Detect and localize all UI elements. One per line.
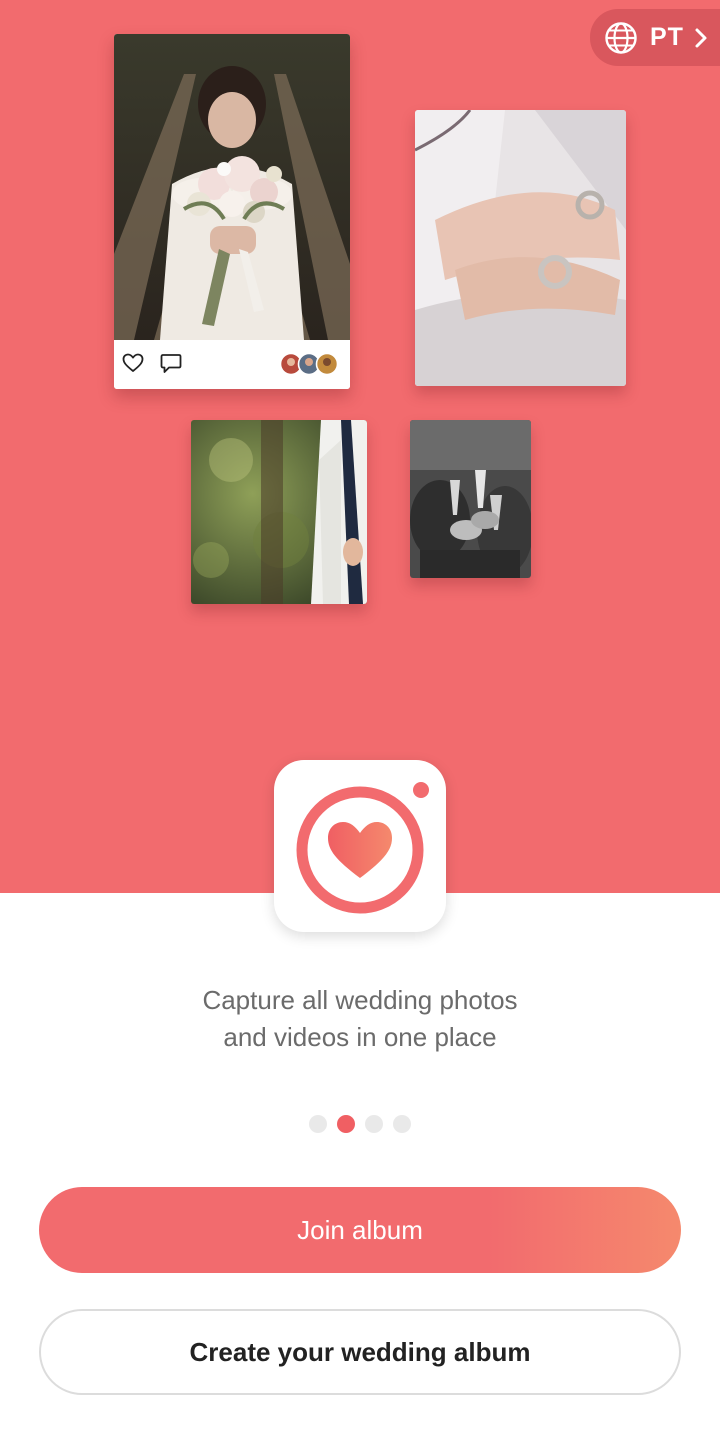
chevron-right-icon [695,28,707,47]
page-dot-4[interactable] [393,1115,411,1133]
language-selector[interactable]: PT [590,9,720,66]
page-dot-1[interactable] [309,1115,327,1133]
join-album-label: Join album [297,1214,423,1245]
featured-photo-card [114,34,350,389]
post-action-bar [114,340,350,389]
tagline-line-2: and videos in one place [223,1022,497,1052]
toast-photo [410,420,531,578]
camera-heart-logo [296,782,429,914]
join-album-button[interactable]: Join album [39,1187,681,1273]
groom-photo [191,420,367,604]
heart-outline-icon[interactable] [122,353,144,373]
create-album-button[interactable]: Create your wedding album [39,1309,681,1395]
page-indicator [0,1115,720,1133]
onboarding-screen: PT Capture all wedding photos and videos… [0,0,720,1447]
language-code: PT [650,23,684,51]
globe-icon [605,21,637,54]
comment-icon[interactable] [160,352,182,374]
onboarding-tagline: Capture all wedding photos and videos in… [0,982,720,1056]
guest-avatars [279,352,339,376]
page-dot-2[interactable] [337,1115,355,1133]
app-logo [274,760,446,932]
bride-bouquet-photo [114,34,350,340]
tagline-line-1: Capture all wedding photos [202,985,518,1015]
create-album-label: Create your wedding album [189,1336,531,1367]
page-dot-3[interactable] [365,1115,383,1133]
rings-photo [415,110,626,386]
